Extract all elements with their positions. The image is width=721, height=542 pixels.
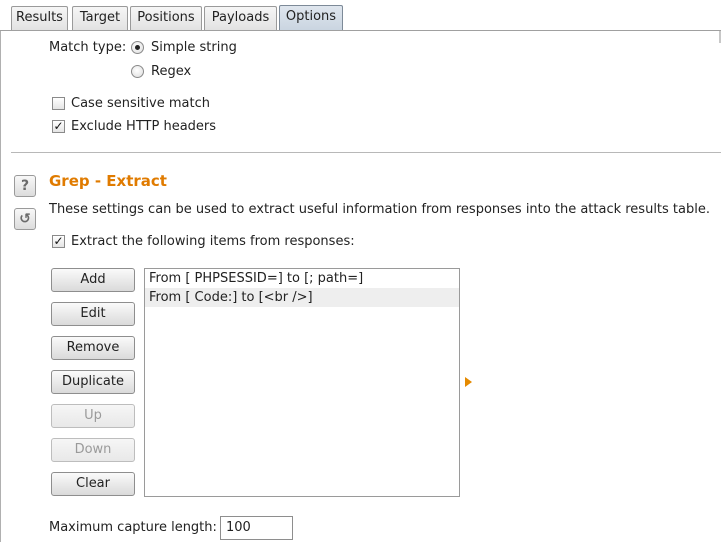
simple-string-radio[interactable]: [131, 41, 144, 54]
reset-icon[interactable]: ↺: [14, 208, 36, 230]
exclude-headers-label: Exclude HTTP headers: [71, 119, 217, 134]
tab-bar: Results Target Positions Payloads Option…: [0, 0, 721, 31]
extract-checkbox-label: Extract the following items from respons…: [71, 234, 355, 249]
tab-results[interactable]: Results: [11, 6, 68, 30]
extract-checkbox[interactable]: ✓: [52, 235, 65, 248]
edit-button[interactable]: Edit: [51, 302, 135, 326]
clear-button[interactable]: Clear: [51, 472, 135, 496]
regex-label: Regex: [151, 64, 192, 79]
list-item[interactable]: From [ PHPSESSID=] to [; path=]: [145, 269, 459, 288]
tab-positions[interactable]: Positions: [130, 6, 202, 30]
exclude-headers-checkbox[interactable]: ✓: [52, 120, 65, 133]
section-title: Grep - Extract: [49, 172, 167, 190]
add-button[interactable]: Add: [51, 268, 135, 292]
list-item[interactable]: From [ Code:] to [<br />]: [145, 288, 459, 307]
regex-radio[interactable]: [131, 65, 144, 78]
remove-button[interactable]: Remove: [51, 336, 135, 360]
radio-selected-dot: [135, 45, 140, 50]
case-sensitive-checkbox[interactable]: [52, 97, 65, 110]
match-type-label: Match type:: [49, 40, 127, 55]
help-icon[interactable]: ?: [14, 175, 36, 197]
extract-items-list[interactable]: From [ PHPSESSID=] to [; path=] From [ C…: [144, 268, 460, 497]
case-sensitive-label: Case sensitive match: [71, 96, 210, 111]
tab-options[interactable]: Options: [279, 5, 343, 31]
tab-payloads[interactable]: Payloads: [204, 6, 277, 30]
up-button[interactable]: Up: [51, 404, 135, 428]
simple-string-label: Simple string: [151, 40, 237, 55]
max-capture-label: Maximum capture length:: [49, 520, 217, 535]
tab-target[interactable]: Target: [72, 6, 128, 30]
expand-arrow-icon[interactable]: [465, 377, 472, 387]
section-description: These settings can be used to extract us…: [49, 202, 710, 217]
section-divider: [11, 152, 721, 153]
down-button[interactable]: Down: [51, 438, 135, 462]
max-capture-input[interactable]: 100: [220, 516, 293, 540]
duplicate-button[interactable]: Duplicate: [51, 370, 135, 394]
